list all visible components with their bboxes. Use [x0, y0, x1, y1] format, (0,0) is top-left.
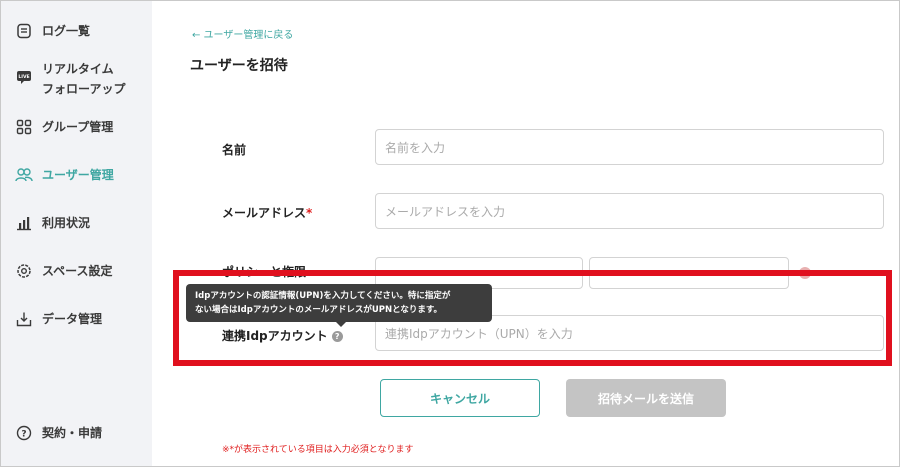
users-icon [15, 166, 33, 184]
name-placeholder: 名前を入力 [385, 140, 446, 155]
document-list-icon [15, 22, 33, 40]
grid-icon [15, 118, 33, 136]
annotation-highlight-box [173, 270, 892, 366]
page-title: ユーザーを招待 [190, 58, 288, 74]
required-footnote: ※*が表示されている項目は入力必須となります [222, 445, 414, 455]
download-tray-icon [15, 310, 33, 328]
main-content: ← ユーザー管理に戻る ユーザーを招待 名前 名前を入力 メールアドレス* メー… [152, 1, 899, 466]
bar-chart-icon [15, 214, 33, 232]
name-label: 名前 [222, 143, 247, 157]
email-input[interactable]: メールアドレスを入力 [375, 193, 884, 229]
help-circle-icon: ? [15, 424, 33, 442]
sidebar-item-label: 利用状況 [42, 216, 91, 230]
name-input[interactable]: 名前を入力 [375, 129, 884, 165]
sidebar-item-log-list[interactable]: ログ一覧 [15, 21, 90, 41]
cancel-button[interactable]: キャンセル [380, 379, 540, 417]
sidebar-item-label: データ管理 [42, 312, 103, 326]
gear-icon [15, 262, 33, 280]
send-invite-button[interactable]: 招待メールを送信 [566, 379, 726, 417]
back-to-user-management-link[interactable]: ← ユーザー管理に戻る [192, 26, 293, 41]
svg-text:?: ? [21, 429, 26, 439]
sidebar-item-label: グループ管理 [42, 120, 114, 134]
required-mark: * [306, 206, 313, 220]
sidebar-item-label: スペース設定 [42, 264, 113, 278]
sidebar-item-label: ユーザー管理 [42, 168, 114, 182]
email-label: メールアドレス* [222, 206, 313, 220]
sidebar-item-label: ログ一覧 [42, 24, 91, 38]
sidebar: ログ一覧 LIVE リアルタイム フォローアップ グループ管理 ユーザー管理 利用… [1, 1, 152, 466]
sidebar-item-label: 契約・申請 [42, 426, 103, 440]
sidebar-item-usage[interactable]: 利用状況 [15, 213, 90, 233]
sidebar-item-space-settings[interactable]: スペース設定 [15, 261, 113, 281]
sidebar-item-user-management[interactable]: ユーザー管理 [15, 165, 114, 185]
svg-text:LIVE: LIVE [18, 74, 29, 80]
sidebar-item-contract[interactable]: ? 契約・申請 [15, 423, 102, 443]
live-badge-icon: LIVE [15, 68, 33, 86]
sidebar-item-realtime-followup[interactable]: LIVE リアルタイム フォローアップ [15, 59, 126, 99]
sidebar-item-group-management[interactable]: グループ管理 [15, 117, 113, 137]
email-placeholder: メールアドレスを入力 [385, 204, 506, 219]
sidebar-item-data-management[interactable]: データ管理 [15, 309, 102, 329]
sidebar-item-label: リアルタイム フォローアップ [42, 62, 126, 96]
